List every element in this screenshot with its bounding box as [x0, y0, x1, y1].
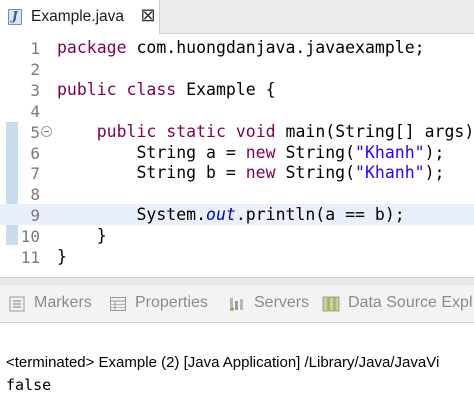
- line-number: 8: [30, 185, 40, 205]
- code-line[interactable]: 11}: [0, 246, 474, 267]
- bottom-panel-tab-bar: Markers Properties Servers Data Source E…: [0, 285, 474, 323]
- tab-data-source-explorer[interactable]: Data Source Expl: [322, 293, 474, 315]
- code-token: "Khanh": [355, 142, 425, 162]
- eclipse-window: J Example.java ⊠ 1 package com.huongdanja…: [0, 0, 474, 402]
- line-number: 4: [30, 101, 40, 121]
- code-line[interactable]: 7 String b = new String("Khanh");: [0, 162, 474, 183]
- panel-splitter[interactable]: [0, 277, 474, 285]
- code-token: package: [57, 38, 127, 57]
- line-number: 7: [30, 164, 40, 184]
- console-status-line: <terminated> Example (2) [Java Applicati…: [6, 354, 440, 371]
- code-text: String b = new String("Khanh");: [57, 163, 444, 182]
- code-token: }: [57, 247, 67, 266]
- code-editor[interactable]: 1 package com.huongdanjava.javaexample; 2 3…: [0, 34, 474, 277]
- close-icon[interactable]: ⊠: [139, 7, 157, 25]
- code-text: System.out.println(a == b);: [57, 205, 405, 225]
- line-number: 5: [30, 122, 40, 142]
- tab-properties[interactable]: Properties: [109, 293, 219, 315]
- code-token: static: [166, 121, 226, 141]
- tab-markers-label: Markers: [34, 294, 92, 311]
- code-text: package com.huongdanjava.javaexample;: [57, 38, 425, 57]
- code-token: public: [96, 121, 157, 141]
- code-text: }: [57, 226, 107, 245]
- code-line[interactable]: 1 package com.huongdanjava.javaexample;: [0, 37, 474, 58]
- code-line[interactable]: 3 public class Example {: [0, 79, 474, 100]
- code-token: new: [245, 142, 276, 162]
- editor-tab-label: Example.java: [31, 8, 125, 25]
- code-token: void: [235, 121, 276, 141]
- code-token: String b =: [57, 163, 246, 183]
- tab-markers[interactable]: Markers: [8, 293, 98, 315]
- line-number: 6: [30, 143, 40, 163]
- code-token: class: [126, 79, 177, 99]
- code-text: public static void main(String[] args) {: [57, 122, 474, 141]
- code-token: Example {: [176, 79, 276, 99]
- properties-icon: [110, 297, 126, 311]
- line-number: 9: [30, 206, 40, 226]
- tab-properties-label: Properties: [135, 294, 208, 311]
- code-token: String(: [275, 142, 356, 162]
- line-number: 1: [30, 39, 40, 58]
- code-token: .println(a == b);: [235, 205, 405, 225]
- code-token: }: [57, 226, 107, 246]
- code-line[interactable]: 9 System.out.println(a == b);: [0, 204, 474, 226]
- code-line[interactable]: 8: [0, 183, 474, 204]
- java-file-icon-letter: J: [12, 9, 18, 23]
- code-line[interactable]: 10 }: [0, 225, 474, 246]
- data-source-explorer-icon: [322, 296, 340, 312]
- code-text: String a = new String("Khanh");: [57, 143, 444, 162]
- line-number: 2: [30, 59, 40, 79]
- console-output: false: [6, 376, 52, 394]
- tab-servers[interactable]: Servers: [228, 293, 318, 315]
- code-line[interactable]: 5 public static void main(String[] args)…: [0, 121, 474, 142]
- servers-icon: [230, 298, 243, 311]
- line-number: 10: [20, 227, 40, 247]
- code-token: new: [245, 163, 276, 183]
- code-token: out: [206, 205, 236, 225]
- code-token: String a =: [57, 142, 246, 162]
- console-view[interactable]: <terminated> Example (2) [Java Applicati…: [0, 323, 474, 402]
- line-number: 3: [30, 80, 40, 100]
- code-token: );: [424, 142, 445, 162]
- code-token: String(: [275, 163, 356, 183]
- code-text: }: [57, 247, 67, 266]
- editor-tab-bar: J Example.java ⊠: [0, 0, 474, 34]
- code-token: "Khanh": [355, 163, 425, 183]
- code-token: main(String[] args) {: [275, 121, 474, 141]
- code-token: com.huongdanjava.javaexample;: [126, 38, 425, 57]
- code-line[interactable]: 4: [0, 100, 474, 121]
- tab-servers-label: Servers: [254, 294, 310, 311]
- code-token: );: [424, 163, 445, 183]
- markers-icon: [9, 296, 25, 312]
- line-number: 11: [20, 248, 40, 267]
- code-line[interactable]: 6 String a = new String("Khanh");: [0, 142, 474, 163]
- collapse-fold-icon[interactable]: [41, 125, 52, 137]
- editor-tab-example-java[interactable]: J Example.java ⊠: [0, 0, 160, 34]
- code-line[interactable]: 2: [0, 58, 474, 79]
- code-token: System.: [57, 205, 207, 225]
- code-text: public class Example {: [57, 80, 276, 99]
- code-token: public: [57, 79, 117, 99]
- tab-data-source-explorer-label: Data Source Expl: [348, 294, 473, 311]
- java-file-icon: J: [8, 9, 22, 25]
